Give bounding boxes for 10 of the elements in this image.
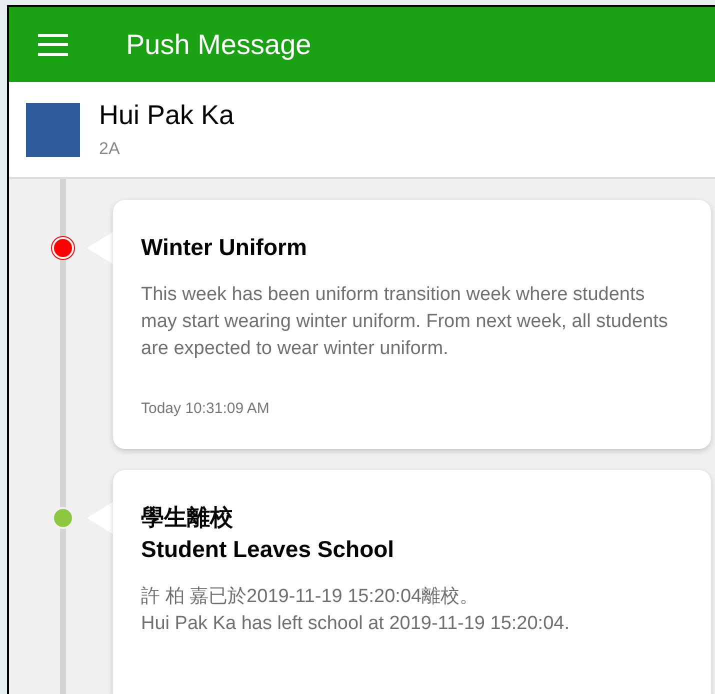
message-body: 許 柏 嘉已於2019-11-19 15:20:04離校。 Hui Pak Ka has left school at 2019-11-19 15:20:04. xyxy=(141,584,570,636)
photo-placeholder xyxy=(26,102,80,156)
app-title: Push Message xyxy=(126,28,312,62)
student-class: 2A xyxy=(99,138,121,160)
message-time: Today 10:31:09 AM xyxy=(141,399,270,419)
student-name: Hui Pak Ka xyxy=(99,98,234,132)
message-title: Winter Uniform xyxy=(141,233,308,262)
message-title: 學生離校 Student Leaves School xyxy=(141,502,396,564)
message-body: This week has been uniform transition week where students may start wearing winter uniform. From next week, all students are expected to wear winter uniform. xyxy=(141,283,669,361)
menu-icon[interactable] xyxy=(38,34,68,56)
